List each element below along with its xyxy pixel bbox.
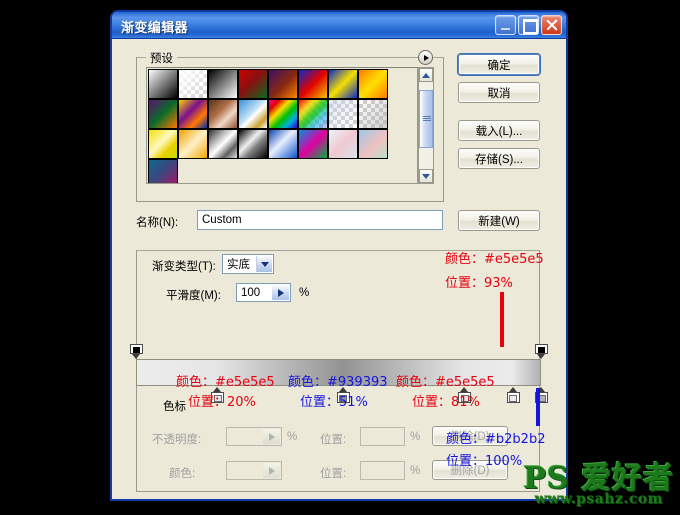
smoothness-input[interactable]: 100 bbox=[236, 283, 291, 302]
annotation-100-leader-line bbox=[536, 388, 540, 426]
preset-swatch-orange-yellow-orange[interactable] bbox=[358, 69, 388, 99]
position-input-1[interactable] bbox=[360, 427, 405, 446]
ok-button[interactable]: 确定 bbox=[458, 54, 540, 75]
screenshot-root: 渐变编辑器 预设 确定 取消 载入(L)... 存储(S)... 新建(W) 名… bbox=[0, 0, 680, 515]
annotation-100-color: 颜色：#b2b2b2 bbox=[446, 432, 546, 447]
color-stop-4[interactable] bbox=[506, 387, 520, 403]
stop-pointer bbox=[132, 354, 140, 359]
window-title: 渐变编辑器 bbox=[121, 20, 189, 35]
cancel-button[interactable]: 取消 bbox=[458, 82, 540, 103]
color-swatch-input[interactable] bbox=[226, 461, 282, 480]
maximize-icon[interactable] bbox=[518, 15, 539, 35]
preset-swatch-black-white[interactable] bbox=[208, 69, 238, 99]
opacity-stop-end[interactable] bbox=[535, 344, 548, 359]
annotation-20-position: 位置：20% bbox=[188, 395, 256, 410]
opacity-stop-start[interactable] bbox=[130, 344, 143, 359]
position-label-2: 位置: bbox=[320, 468, 347, 480]
stop-opacity-chip bbox=[538, 346, 545, 353]
position-unit-2: % bbox=[410, 465, 421, 477]
scrollbar-thumb[interactable] bbox=[419, 90, 433, 148]
presets-group: 预设 bbox=[136, 50, 444, 202]
preset-swatch-transparent-rainbow[interactable] bbox=[298, 99, 328, 129]
opacity-input[interactable] bbox=[226, 427, 282, 446]
preset-swatch-grid bbox=[148, 69, 388, 183]
preset-swatch-copper[interactable] bbox=[208, 99, 238, 129]
preset-swatch-pane[interactable] bbox=[146, 67, 418, 184]
position-input-2[interactable] bbox=[360, 461, 405, 480]
presets-group-label: 预设 bbox=[146, 50, 177, 66]
smoothness-unit: % bbox=[299, 287, 310, 299]
name-label: 名称(N): bbox=[136, 217, 179, 229]
preset-swatch-transparent-stripes[interactable] bbox=[328, 99, 358, 129]
preset-swatch-steel-bar[interactable] bbox=[208, 129, 238, 159]
preset-swatch-pastel-blue-green[interactable] bbox=[358, 129, 388, 159]
color-label: 颜色: bbox=[169, 468, 196, 480]
window-controls bbox=[495, 15, 562, 35]
preset-swatch-spectrum[interactable] bbox=[268, 99, 298, 129]
preset-swatch-chrome[interactable] bbox=[238, 99, 268, 129]
preset-swatch-red-green[interactable] bbox=[238, 69, 268, 99]
gradient-type-value: 实底 bbox=[227, 259, 250, 271]
annotation-81-position: 位置：81% bbox=[412, 395, 480, 410]
preset-swatch-blue-red-yellow[interactable] bbox=[298, 69, 328, 99]
opacity-stepper-icon[interactable] bbox=[263, 429, 280, 444]
preset-swatch-blue-yellow-blue[interactable] bbox=[328, 69, 358, 99]
smoothness-label: 平滑度(M): bbox=[166, 290, 221, 302]
annotation-20-color: 颜色：#e5e5e5 bbox=[176, 375, 275, 390]
opacity-label: 不透明度: bbox=[152, 434, 202, 446]
annotation-51-position: 位置：51% bbox=[300, 395, 368, 410]
scroll-down-icon[interactable] bbox=[419, 169, 433, 183]
opacity-unit: % bbox=[287, 431, 298, 443]
stop-pointer bbox=[537, 354, 545, 359]
stop-color-chip bbox=[509, 394, 518, 402]
load-button[interactable]: 载入(L)... bbox=[458, 120, 540, 141]
close-icon[interactable] bbox=[541, 15, 562, 35]
minimize-icon[interactable] bbox=[495, 15, 516, 35]
gradient-type-select[interactable]: 实底 bbox=[222, 254, 274, 274]
watermark-url: www.psahz.com bbox=[534, 491, 663, 507]
preset-swatch-yellow-green[interactable] bbox=[148, 129, 178, 159]
preset-menu-icon[interactable] bbox=[418, 50, 433, 65]
preset-swatch-orange-cream[interactable] bbox=[178, 129, 208, 159]
stop-opacity-chip bbox=[133, 346, 140, 353]
preset-swatch-silver-black[interactable] bbox=[238, 129, 268, 159]
annotation-93-leader-line bbox=[500, 292, 504, 347]
title-bar[interactable]: 渐变编辑器 bbox=[112, 12, 566, 39]
preset-swatch-yellow-violet-orange-blue[interactable] bbox=[178, 99, 208, 129]
color-picker-icon[interactable] bbox=[263, 463, 280, 478]
preset-scrollbar[interactable] bbox=[418, 67, 434, 184]
annotation-93-color: 颜色：#e5e5e5 bbox=[445, 252, 544, 267]
smoothness-stepper-icon[interactable] bbox=[272, 285, 289, 300]
smoothness-value: 100 bbox=[241, 286, 261, 299]
preset-swatch-foreground-to-background[interactable] bbox=[148, 69, 178, 99]
preset-swatch-blue-white-blue[interactable] bbox=[268, 129, 298, 159]
new-button[interactable]: 新建(W) bbox=[458, 210, 540, 231]
preset-swatch-foreground-to-transparent[interactable] bbox=[178, 69, 208, 99]
scroll-up-icon[interactable] bbox=[419, 68, 433, 82]
gradient-type-label: 渐变类型(T): bbox=[152, 261, 216, 273]
annotation-93-position: 位置：93% bbox=[445, 276, 513, 291]
annotation-81-color: 颜色：#e5e5e5 bbox=[396, 375, 495, 390]
preset-swatch-violet-orange[interactable] bbox=[268, 69, 298, 99]
annotation-51-color: 颜色：#939393 bbox=[288, 375, 388, 390]
annotation-100-position: 位置：100% bbox=[446, 454, 523, 469]
preset-swatch-pastel-pink[interactable] bbox=[328, 129, 358, 159]
position-label-1: 位置: bbox=[320, 434, 347, 446]
save-button[interactable]: 存储(S)... bbox=[458, 148, 540, 169]
position-unit-1: % bbox=[410, 431, 421, 443]
chevron-down-icon[interactable] bbox=[256, 256, 272, 272]
preset-swatch-blue-magenta-green[interactable] bbox=[298, 129, 328, 159]
watermark: PS 爱好者 www.psahz.com bbox=[523, 453, 674, 507]
preset-swatch-teal-magenta[interactable] bbox=[148, 159, 178, 183]
preset-swatch-transparent-to-gray[interactable] bbox=[358, 99, 388, 129]
name-input[interactable]: Custom bbox=[197, 210, 443, 230]
preset-swatch-violet-green-orange[interactable] bbox=[148, 99, 178, 129]
